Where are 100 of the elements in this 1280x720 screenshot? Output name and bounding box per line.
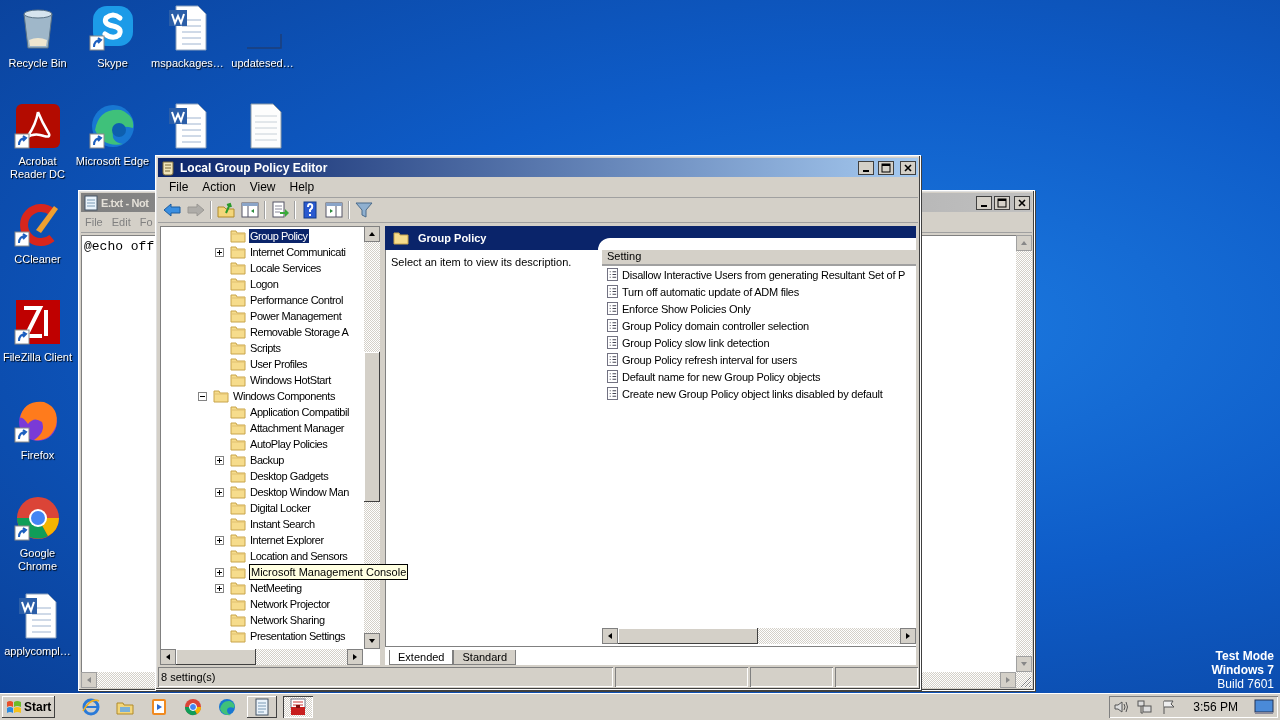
close-button[interactable] (900, 160, 916, 175)
scroll-right-button[interactable] (900, 628, 916, 644)
maximize-button[interactable] (878, 160, 894, 175)
setting-name[interactable]: Group Policy slow link detection (622, 336, 770, 349)
expand-button[interactable] (215, 487, 224, 497)
tree-item[interactable]: NetMeeting (249, 581, 303, 595)
setting-name[interactable]: Group Policy domain controller selection (622, 319, 809, 332)
file-text: @echo off (84, 239, 155, 254)
tree-item[interactable]: Internet Communicati (249, 245, 347, 259)
filezilla-icon[interactable] (13, 298, 62, 346)
tree-item[interactable]: Backup (249, 453, 285, 467)
policy-setting-icon (607, 370, 618, 383)
column-header[interactable]: Setting (602, 250, 916, 266)
scroll-left-button[interactable] (160, 649, 176, 665)
expand-button[interactable] (215, 247, 224, 257)
tree-icon[interactable] (240, 200, 260, 220)
tree-item[interactable]: User Profiles (249, 357, 309, 371)
scroll-up-button[interactable] (364, 226, 380, 242)
scroll-thumb[interactable] (176, 649, 256, 665)
tree-item[interactable]: Group Policy (249, 229, 309, 243)
tree-item[interactable]: Attachment Manager (249, 421, 345, 435)
tree-item[interactable]: Removable Storage A (249, 325, 350, 339)
scroll-down-button[interactable] (364, 633, 380, 649)
setting-name[interactable]: Group Policy refresh interval for users (622, 353, 797, 366)
menu-item[interactable]: View (242, 180, 283, 194)
folder-icon (230, 357, 246, 371)
filter-icon[interactable] (354, 200, 374, 220)
view-tab[interactable]: Standard (453, 650, 517, 665)
expand-button[interactable] (215, 583, 224, 593)
up-icon[interactable] (216, 200, 236, 220)
policy-setting-icon (607, 353, 618, 366)
chrome-icon (183, 697, 204, 717)
folder-icon (230, 293, 246, 307)
notepad-taskbar-button[interactable] (247, 696, 278, 718)
show-desktop-icon[interactable] (1254, 699, 1274, 715)
tree-item[interactable]: Desktop Gadgets (249, 469, 330, 483)
menu-item[interactable]: Action (195, 180, 243, 194)
menu-item[interactable]: File (162, 180, 196, 194)
system-notice: Test Mode (1215, 649, 1274, 663)
notepad-icon (83, 194, 99, 211)
chrome-icon[interactable] (13, 494, 62, 542)
tree-item[interactable]: Network Sharing (249, 613, 326, 627)
expand-button[interactable] (215, 567, 224, 577)
tree-item[interactable]: Logon (249, 277, 280, 291)
tree-item[interactable]: Network Projector (249, 597, 331, 611)
setting-name[interactable]: Default name for new Group Policy objects (622, 370, 821, 383)
setting-name[interactable]: Enforce Show Policies Only (622, 302, 751, 315)
setting-name[interactable]: Create new Group Policy object links disabled by default (622, 387, 883, 400)
setting-name[interactable]: Turn off automatic update of ADM files (622, 285, 799, 298)
system-notice: Windows 7 (1211, 663, 1274, 677)
tree-item[interactable]: AutoPlay Policies (249, 437, 329, 451)
tree-item[interactable]: Presentation Settings (249, 629, 347, 643)
tree-item[interactable]: Desktop Window Man (249, 485, 350, 499)
scroll-thumb[interactable] (364, 352, 380, 502)
tree-item[interactable]: Digital Locker (249, 501, 312, 515)
tree-item[interactable]: Performance Control (249, 293, 344, 307)
scroll-left-button[interactable] (602, 628, 618, 644)
folder-icon (230, 629, 246, 643)
tree-item[interactable]: Locale Services (249, 261, 322, 275)
horizontal-scrollbar[interactable] (602, 628, 916, 644)
windows-flag-icon (6, 699, 22, 715)
clock[interactable]: 3:56 PM (1193, 700, 1238, 714)
help-icon[interactable] (300, 200, 320, 220)
folder-icon (230, 373, 246, 387)
menu-item[interactable]: Help (282, 180, 322, 194)
export-icon[interactable] (270, 200, 290, 220)
speaker-icon[interactable] (1113, 699, 1130, 715)
window-title: E.txt - Not (101, 196, 149, 209)
tree-item[interactable]: Windows Components (232, 389, 336, 403)
edge-icon[interactable] (88, 102, 137, 150)
icon-label: FileZilla Client (1, 351, 74, 364)
expand-button[interactable] (215, 455, 224, 465)
back-icon[interactable] (162, 200, 182, 220)
start-button[interactable]: Start (2, 696, 56, 718)
horizontal-scrollbar[interactable] (160, 649, 363, 665)
tree-item[interactable]: Application Compatibil (249, 405, 350, 419)
tree-item[interactable]: Internet Explorer (249, 533, 325, 547)
minimize-button[interactable] (858, 160, 874, 175)
folder-icon (230, 613, 246, 627)
scroll-right-button[interactable] (347, 649, 363, 665)
gpedit-taskbar-button[interactable] (283, 696, 314, 718)
icon-label: applycompl… (3, 645, 72, 658)
icon-label: mspackages… (150, 57, 225, 70)
folder-icon (230, 597, 246, 611)
expand-button[interactable] (215, 535, 224, 545)
item-tooltip[interactable]: Microsoft Management Console (249, 564, 409, 580)
icon-label: Skype (96, 57, 129, 70)
tree-item[interactable]: Scripts (249, 341, 282, 355)
tree-item[interactable]: Instant Search (249, 517, 316, 531)
view-tab[interactable]: Extended (389, 650, 454, 665)
tree-item[interactable]: Location and Sensors (249, 549, 349, 563)
collapse-button[interactable] (198, 391, 207, 401)
scroll-thumb[interactable] (618, 628, 758, 644)
folder-icon (230, 261, 246, 275)
folder-icon (230, 245, 246, 259)
tree-item[interactable]: Windows HotStart (249, 373, 332, 387)
setting-name[interactable]: Disallow Interactive Users from generating Resultant Set of P (622, 268, 906, 281)
network-icon[interactable] (1137, 699, 1154, 715)
tree-item[interactable]: Power Management (249, 309, 343, 323)
acrobat-icon[interactable] (13, 102, 62, 150)
